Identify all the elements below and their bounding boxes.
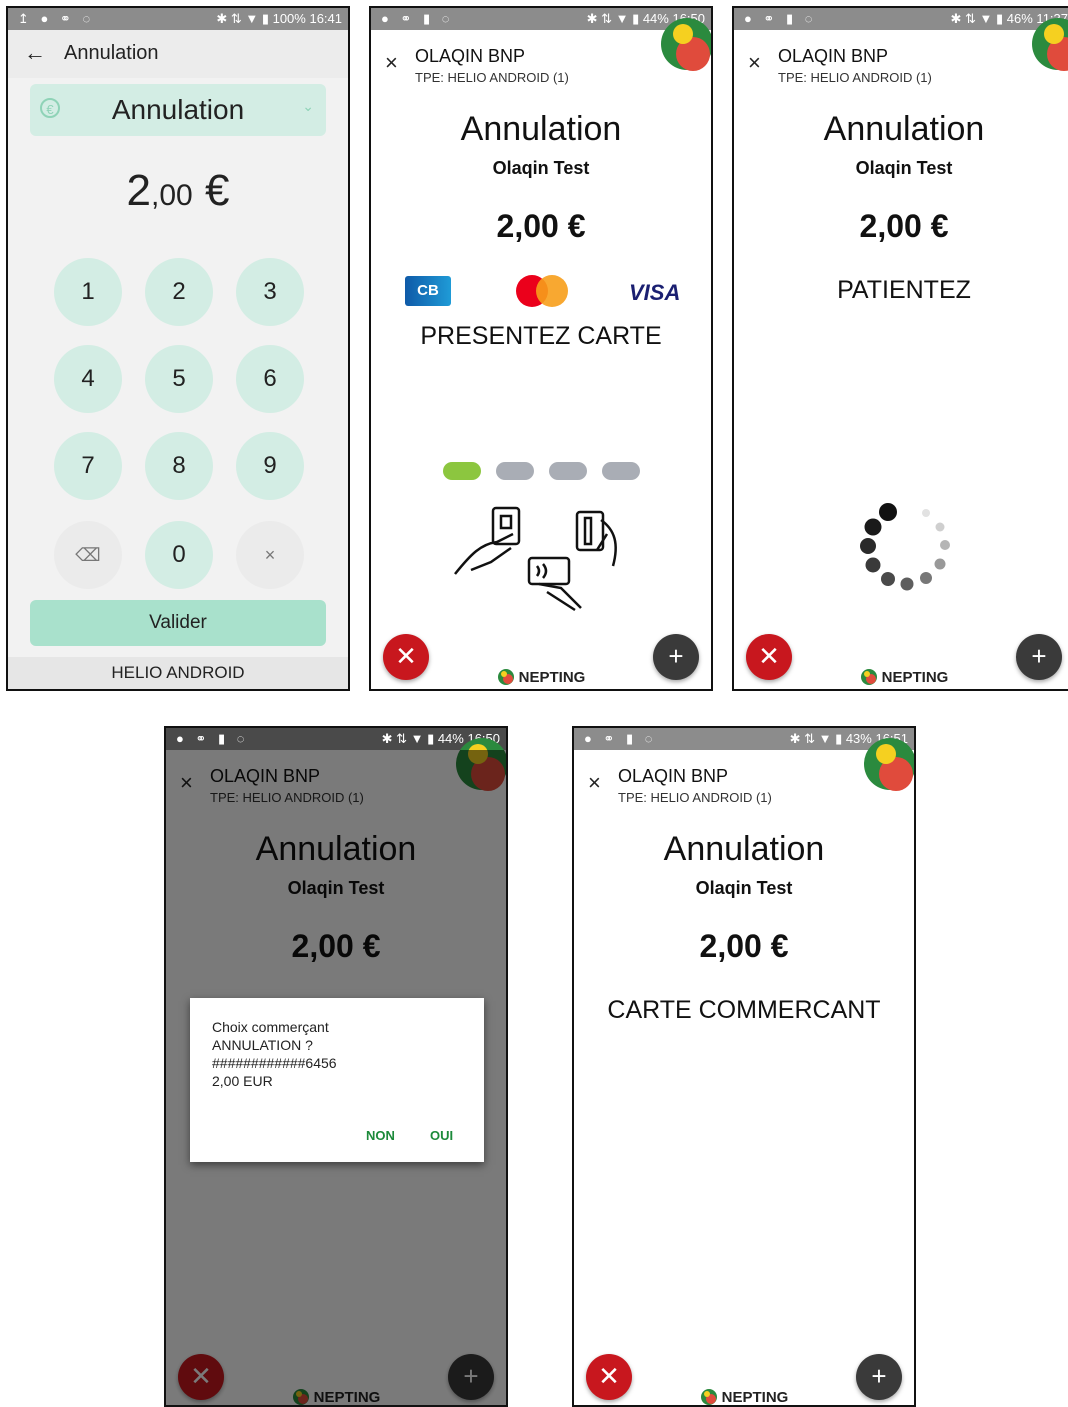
instruction-message: PRESENTEZ CARTE bbox=[420, 322, 662, 350]
currency-symbol: € bbox=[204, 166, 230, 215]
nepting-label: NEPTING bbox=[518, 669, 586, 686]
chevron-down-icon: ⌄ bbox=[302, 98, 314, 114]
status-icons-left: ↥ ● ⚭ ◌ bbox=[18, 11, 95, 26]
key-7[interactable]: 7 bbox=[54, 432, 122, 500]
back-arrow-icon[interactable]: ← bbox=[24, 40, 46, 66]
confirm-dialog-screen: ● ⚭ ▮ ◌ ✱ ⇅ ▼ ▮ 44% 16:50 × OLAQIN BNP T… bbox=[164, 726, 508, 1407]
dialog-message: Choix commerçant ANNULATION ? ##########… bbox=[212, 1019, 337, 1089]
present-card-screen: ● ⚭ ▮ ◌ ✱ ⇅ ▼ ▮ 44% 16:50 × OLAQIN BNP T… bbox=[369, 6, 713, 691]
amount-decimals: ,00 bbox=[151, 179, 193, 212]
nepting-logo-icon bbox=[497, 669, 514, 685]
merchant-logo bbox=[1032, 18, 1068, 71]
transaction-type-select[interactable]: € Annulation ⌄ bbox=[30, 84, 326, 136]
nepting-label: NEPTING bbox=[881, 669, 949, 686]
cb-card-logo: CB bbox=[405, 276, 451, 306]
dialog-yes-button[interactable]: OUI bbox=[430, 1128, 453, 1143]
key-1[interactable]: 1 bbox=[54, 258, 122, 326]
transaction-title: Annulation bbox=[823, 110, 985, 148]
backspace-key[interactable]: ⌫ bbox=[54, 521, 122, 589]
merchant-subtitle: Olaqin Test bbox=[695, 878, 793, 898]
loading-spinner-icon bbox=[860, 503, 950, 591]
amount-integer: 2 bbox=[126, 166, 152, 215]
instruction-message: CARTE COMMERCANT bbox=[607, 996, 881, 1024]
nepting-logo-icon bbox=[700, 1389, 717, 1405]
dialog-no-button[interactable]: NON bbox=[366, 1128, 395, 1143]
merchant-subtitle: Olaqin Test bbox=[855, 158, 953, 178]
key-9[interactable]: 9 bbox=[236, 432, 304, 500]
transaction-title: Annulation bbox=[663, 830, 825, 868]
status-icons-right: ✱ ⇅ ▼ ▮ 100% 16:41 bbox=[216, 11, 342, 26]
progress-step-4 bbox=[602, 462, 640, 480]
progress-step-3 bbox=[549, 462, 587, 480]
mastercard-logo bbox=[516, 275, 568, 307]
confirm-dialog: Choix commerçant ANNULATION ? ##########… bbox=[190, 998, 484, 1162]
transaction-title: Annulation bbox=[460, 110, 622, 148]
status-icons-left: ● ⚭ ▮ ◌ bbox=[744, 11, 817, 26]
merchant-logo bbox=[661, 18, 711, 71]
payment-header: × OLAQIN BNP TPE: HELIO ANDROID (1) bbox=[734, 30, 1068, 85]
status-bar: ↥ ● ⚭ ◌ ✱ ⇅ ▼ ▮ 100% 16:41 bbox=[8, 8, 348, 30]
cb-label: CB bbox=[417, 282, 439, 299]
visa-logo: VISA bbox=[629, 280, 681, 305]
key-4[interactable]: 4 bbox=[54, 345, 122, 413]
card-payment-methods-icon bbox=[454, 506, 617, 612]
close-icon[interactable]: × bbox=[748, 52, 761, 74]
more-button[interactable]: + bbox=[653, 634, 699, 680]
key-6[interactable]: 6 bbox=[236, 345, 304, 413]
validate-button[interactable]: Valider bbox=[30, 600, 326, 646]
status-bar: ● ⚭ ▮ ◌ ✱ ⇅ ▼ ▮ 46% 11:37 bbox=[734, 8, 1068, 30]
nepting-logo-icon bbox=[860, 669, 877, 685]
terminal-id: TPE: HELIO ANDROID (1) bbox=[618, 790, 772, 805]
close-icon[interactable]: × bbox=[385, 52, 398, 74]
transaction-type-value: Annulation bbox=[111, 94, 245, 125]
key-3[interactable]: 3 bbox=[236, 258, 304, 326]
progress-step-2 bbox=[496, 462, 534, 480]
key-2[interactable]: 2 bbox=[145, 258, 213, 326]
amount-display: 2,00 € bbox=[8, 166, 348, 216]
clear-key[interactable]: × bbox=[236, 521, 304, 589]
amount-display: 2,00 € bbox=[699, 928, 789, 964]
merchant-name: OLAQIN BNP bbox=[415, 46, 526, 66]
nepting-brand: NEPTING bbox=[734, 668, 1068, 686]
merchant-name: OLAQIN BNP bbox=[618, 766, 729, 786]
merchant-name: OLAQIN BNP bbox=[778, 46, 889, 66]
more-button[interactable]: + bbox=[856, 1354, 902, 1400]
progress-steps bbox=[443, 462, 643, 480]
merchant-logo bbox=[864, 738, 914, 791]
amount-display: 2,00 € bbox=[496, 208, 586, 244]
more-button[interactable]: + bbox=[1016, 634, 1062, 680]
status-icons-left: ● ⚭ ▮ ◌ bbox=[584, 731, 657, 746]
wait-screen: ● ⚭ ▮ ◌ ✱ ⇅ ▼ ▮ 46% 11:37 × OLAQIN BNP T… bbox=[732, 6, 1068, 691]
key-0[interactable]: 0 bbox=[145, 521, 213, 589]
key-8[interactable]: 8 bbox=[145, 432, 213, 500]
nepting-label: NEPTING bbox=[721, 1389, 789, 1406]
app-bar: ← Annulation bbox=[8, 30, 348, 78]
progress-step-1 bbox=[443, 462, 481, 480]
status-icons-left: ● ⚭ ▮ ◌ bbox=[381, 11, 454, 26]
terminal-id: TPE: HELIO ANDROID (1) bbox=[778, 70, 932, 85]
status-icons-left: ● ⚭ ▮ ◌ bbox=[176, 731, 249, 746]
instruction-message: PATIENTEZ bbox=[837, 276, 971, 304]
terminal-name-footer: HELIO ANDROID bbox=[8, 657, 348, 689]
amount-display: 2,00 € bbox=[859, 208, 949, 244]
terminal-id: TPE: HELIO ANDROID (1) bbox=[415, 70, 569, 85]
merchant-card-screen: ● ⚭ ▮ ◌ ✱ ⇅ ▼ ▮ 43% 16:51 × OLAQIN BNP T… bbox=[572, 726, 916, 1407]
keypad-screen: ↥ ● ⚭ ◌ ✱ ⇅ ▼ ▮ 100% 16:41 ← Annulation … bbox=[6, 6, 350, 691]
key-5[interactable]: 5 bbox=[145, 345, 213, 413]
close-icon[interactable]: × bbox=[588, 772, 601, 794]
merchant-subtitle: Olaqin Test bbox=[492, 158, 590, 178]
app-bar-title: Annulation bbox=[64, 42, 159, 64]
